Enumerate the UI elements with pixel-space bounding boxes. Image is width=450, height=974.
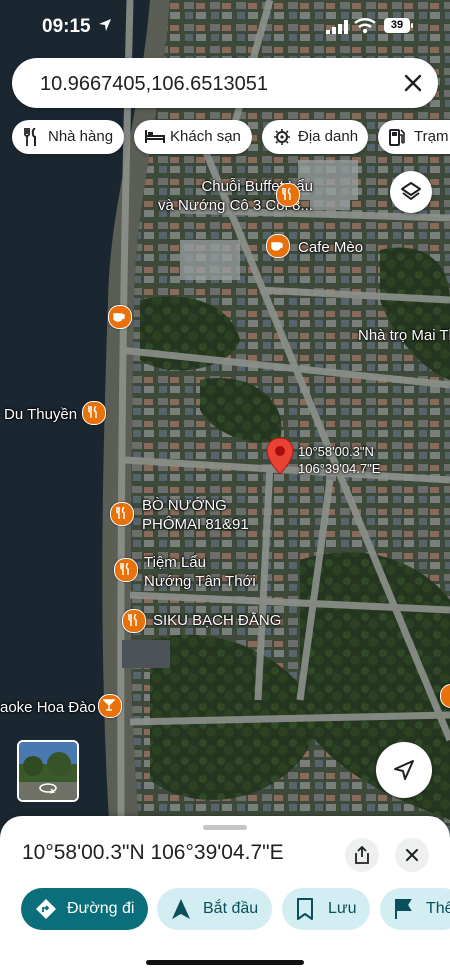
chip-restaurants[interactable]: Nhà hàng: [12, 120, 124, 154]
pin-longitude: 106°39'04.7"E: [298, 461, 381, 476]
close-icon: [406, 849, 418, 861]
bed-icon: [145, 130, 165, 143]
poi-label: SIKU BẠCH ĐẰNG: [153, 612, 282, 629]
action-label: Đường đi: [67, 900, 135, 917]
poi-label: PHÔMAI 81&91: [142, 516, 249, 533]
poi-label: Nướng Tân Thới: [144, 573, 256, 590]
bar-icon: [98, 694, 122, 718]
search-input[interactable]: [38, 67, 382, 101]
restaurant-icon: [276, 183, 300, 207]
poi-label: aoke Hoa Đào: [0, 699, 96, 716]
chip-landmarks[interactable]: Địa danh: [262, 120, 368, 154]
chip-label: Địa danh: [298, 128, 359, 145]
fuel-icon: [389, 129, 405, 146]
restaurant-icon: [110, 502, 134, 526]
layers-button[interactable]: [390, 171, 432, 213]
poi-label: Du Thuyền: [4, 406, 78, 423]
chip-label: Khách sạn: [170, 128, 241, 145]
chip-label: Nhà hàng: [48, 128, 114, 145]
poi-label: Tiệm Lẩu: [144, 554, 206, 571]
place-bottom-sheet[interactable]: 10°58'00.3"N 106°39'04.7"E Đường đi Bắt …: [0, 816, 450, 974]
share-button[interactable]: [345, 838, 379, 872]
wifi-icon: [354, 18, 376, 34]
search-bar[interactable]: [12, 58, 438, 108]
action-label: Bắt đầu: [203, 900, 259, 917]
dropped-pin-icon[interactable]: [266, 437, 294, 475]
share-icon: [355, 846, 369, 864]
flag-icon: [395, 899, 412, 919]
fork-knife-icon: [24, 128, 36, 146]
chip-label: Trạm: [414, 128, 449, 145]
chip-gas-stations[interactable]: Trạm: [378, 120, 450, 154]
battery-indicator: 39: [384, 18, 413, 33]
rotate-360-icon: [39, 783, 57, 794]
location-arrow-icon: [99, 19, 111, 31]
landmark-icon: [274, 129, 290, 145]
sheet-drag-handle[interactable]: [203, 825, 247, 830]
directions-icon: [36, 899, 56, 919]
action-label: Thê: [426, 900, 450, 917]
pin-latitude: 10°58'00.3"N: [298, 444, 374, 459]
cafe-icon: [266, 234, 290, 258]
directions-button[interactable]: Đường đi: [21, 888, 148, 930]
restaurant-icon: [122, 609, 146, 633]
cafe-icon: [108, 305, 132, 329]
save-button[interactable]: Lưu: [282, 888, 370, 930]
navigation-arrow-icon: [394, 760, 414, 780]
restaurant-icon: [114, 558, 138, 582]
poi-label: Nhà trọ Mai Th: [358, 327, 450, 344]
street-view-thumbnail[interactable]: [17, 740, 79, 802]
home-indicator: [146, 960, 304, 965]
poi-label: Cafe Mèo: [298, 239, 364, 256]
bookmark-icon: [297, 898, 313, 920]
layers-icon: [401, 182, 421, 200]
status-time: 09:15: [42, 16, 91, 37]
close-icon[interactable]: [400, 70, 426, 96]
close-sheet-button[interactable]: [395, 838, 429, 872]
start-button[interactable]: Bắt đầu: [157, 888, 272, 930]
cellular-signal-icon: [326, 20, 348, 34]
pin-label: 10°58'00.3"N 106°39'04.7"E: [298, 443, 380, 477]
restaurant-icon: [82, 401, 106, 425]
chip-hotels[interactable]: Khách sạn: [134, 120, 252, 154]
place-coordinates: 10°58'00.3"N 106°39'04.7"E: [22, 841, 284, 864]
navigation-icon: [172, 899, 190, 919]
poi-label: BÒ NƯỚNG: [142, 497, 227, 514]
action-label: Lưu: [328, 900, 357, 917]
status-bar: 09:15 39: [0, 0, 450, 50]
add-label-button[interactable]: Thê: [380, 888, 450, 930]
my-location-button[interactable]: [376, 742, 432, 798]
